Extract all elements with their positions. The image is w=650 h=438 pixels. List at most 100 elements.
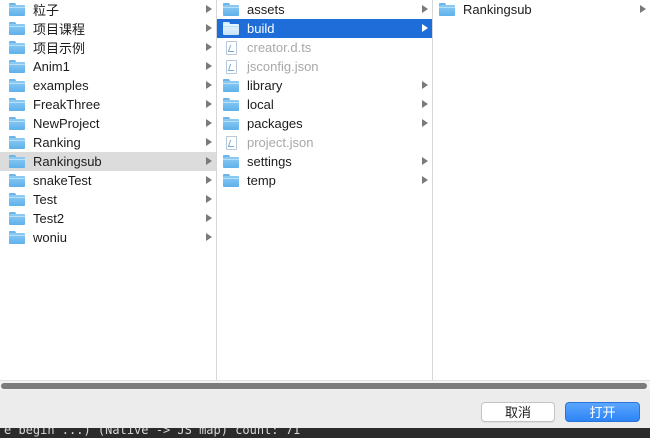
folder-label: library	[247, 78, 283, 93]
folder-icon	[9, 136, 25, 149]
folder-row[interactable]: woniu	[0, 228, 216, 247]
folder-row[interactable]: 项目课程	[0, 19, 216, 38]
folder-label: Anim1	[33, 59, 70, 74]
folder-label: settings	[247, 154, 292, 169]
chevron-right-icon	[206, 233, 212, 241]
folder-row[interactable]: 项目示例	[0, 38, 216, 57]
file-row[interactable]: creator.d.ts	[217, 38, 432, 57]
folder-label: 粒子	[33, 3, 60, 18]
folder-row[interactable]: snakeTest	[0, 171, 216, 190]
code-file-icon	[226, 135, 237, 150]
folder-icon	[223, 79, 239, 92]
folder-row[interactable]: FreakThree	[0, 95, 216, 114]
folder-label: examples	[33, 78, 89, 93]
folder-icon	[223, 117, 239, 130]
chevron-right-icon	[422, 24, 428, 32]
chevron-right-icon	[640, 5, 646, 13]
chevron-right-icon	[422, 5, 428, 13]
folder-icon	[439, 3, 455, 16]
folder-icon	[9, 174, 25, 187]
chevron-right-icon	[206, 5, 212, 13]
folder-icon	[223, 22, 239, 35]
folder-icon	[9, 41, 25, 54]
folder-icon	[9, 3, 25, 16]
folder-row[interactable]: Anim1	[0, 57, 216, 76]
chevron-right-icon	[422, 119, 428, 127]
terminal-output: e begin ...) (Native -> JS map) count: 7…	[4, 428, 301, 437]
folder-icon	[9, 212, 25, 225]
folder-icon	[223, 174, 239, 187]
folder-row[interactable]: library	[217, 76, 432, 95]
code-file-icon	[226, 40, 237, 55]
folder-row-selected[interactable]: Rankingsub	[0, 152, 216, 171]
folder-row[interactable]: 粒子	[0, 0, 216, 19]
folder-icon	[9, 155, 25, 168]
folder-label: 项目示例	[33, 41, 86, 56]
folder-icon	[9, 117, 25, 130]
folder-row[interactable]: Test	[0, 190, 216, 209]
chevron-right-icon	[206, 100, 212, 108]
chevron-right-icon	[422, 176, 428, 184]
file-label: creator.d.ts	[247, 40, 312, 55]
column-3[interactable]: Rankingsub	[433, 0, 650, 380]
open-button[interactable]: 打开	[565, 402, 640, 422]
folder-icon	[223, 155, 239, 168]
chevron-right-icon	[206, 157, 212, 165]
folder-label: Ranking	[33, 135, 81, 150]
folder-row[interactable]: examples	[0, 76, 216, 95]
folder-label: snakeTest	[33, 173, 92, 188]
code-file-icon	[226, 59, 237, 74]
chevron-right-icon	[206, 81, 212, 89]
column-1[interactable]: 粒子 项目课程 项目示例 Anim1 examples FreakThree N…	[0, 0, 217, 380]
folder-label: Test2	[33, 211, 65, 226]
file-label: project.json	[247, 135, 314, 150]
chevron-right-icon	[206, 195, 212, 203]
chevron-right-icon	[422, 100, 428, 108]
folder-label: woniu	[33, 230, 67, 245]
terminal-background: e begin ...) (Native -> JS map) count: 7…	[0, 428, 650, 438]
folder-row[interactable]: assets	[217, 0, 432, 19]
file-label: jsconfig.json	[247, 59, 319, 74]
folder-icon	[9, 193, 25, 206]
folder-label: assets	[247, 2, 285, 17]
chevron-right-icon	[206, 138, 212, 146]
cancel-button[interactable]: 取消	[481, 402, 555, 422]
file-row[interactable]: project.json	[217, 133, 432, 152]
column-2[interactable]: assets build creator.d.ts jsconfig.json …	[217, 0, 433, 380]
chevron-right-icon	[206, 214, 212, 222]
chevron-right-icon	[206, 43, 212, 51]
folder-label: NewProject	[33, 116, 100, 131]
folder-row-selected[interactable]: build	[217, 19, 432, 38]
folder-label: temp	[247, 173, 276, 188]
folder-icon	[223, 3, 239, 16]
folder-label: Rankingsub	[463, 2, 532, 17]
folder-icon	[9, 22, 25, 35]
chevron-right-icon	[206, 176, 212, 184]
folder-row[interactable]: NewProject	[0, 114, 216, 133]
folder-row[interactable]: Rankingsub	[433, 0, 650, 19]
folder-row[interactable]: settings	[217, 152, 432, 171]
folder-row[interactable]: packages	[217, 114, 432, 133]
chevron-right-icon	[422, 157, 428, 165]
column-browser: 粒子 项目课程 项目示例 Anim1 examples FreakThree N…	[0, 0, 650, 380]
chevron-right-icon	[206, 62, 212, 70]
horizontal-scrollbar[interactable]	[0, 380, 650, 390]
file-row[interactable]: jsconfig.json	[217, 57, 432, 76]
folder-label: FreakThree	[33, 97, 101, 112]
folder-row[interactable]: local	[217, 95, 432, 114]
folder-row[interactable]: Ranking	[0, 133, 216, 152]
folder-label: packages	[247, 116, 303, 131]
chevron-right-icon	[206, 119, 212, 127]
chevron-right-icon	[206, 24, 212, 32]
folder-label: Rankingsub	[33, 154, 102, 169]
scrollbar-thumb[interactable]	[1, 383, 647, 389]
folder-label: build	[247, 21, 275, 36]
folder-icon	[9, 231, 25, 244]
folder-icon	[9, 79, 25, 92]
folder-label: Test	[33, 192, 57, 207]
open-file-dialog: 粒子 项目课程 项目示例 Anim1 examples FreakThree N…	[0, 0, 650, 428]
folder-label: local	[247, 97, 274, 112]
folder-row[interactable]: temp	[217, 171, 432, 190]
folder-icon	[9, 60, 25, 73]
folder-row[interactable]: Test2	[0, 209, 216, 228]
